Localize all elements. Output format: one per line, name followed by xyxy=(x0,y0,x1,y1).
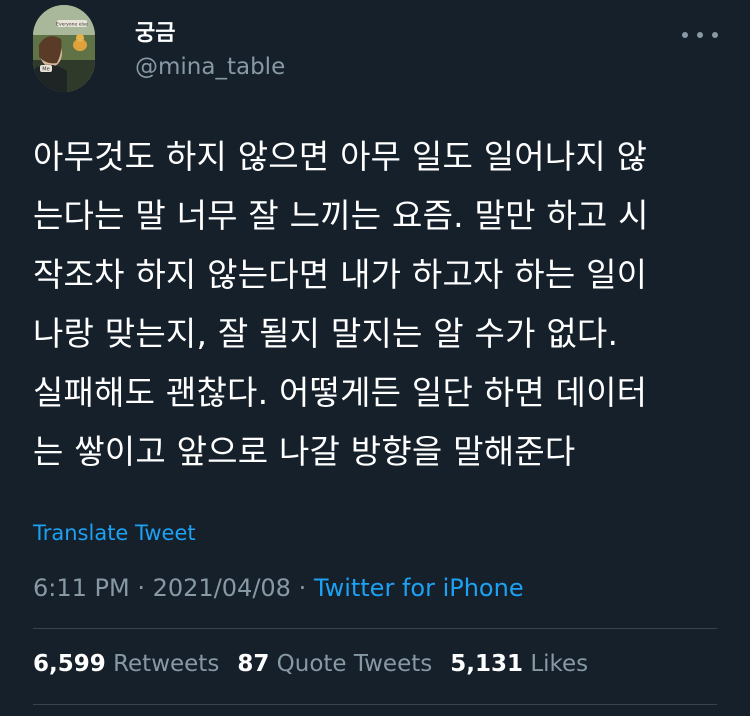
more-horizontal-icon xyxy=(697,32,703,38)
divider xyxy=(33,704,717,705)
quote-tweets-count: 87 xyxy=(237,651,270,677)
more-horizontal-icon xyxy=(712,32,718,38)
translate-tweet-link[interactable]: Translate Tweet xyxy=(33,518,196,548)
quote-tweets-label: Quote Tweets xyxy=(276,651,433,677)
tweet-time[interactable]: 6:11 PM xyxy=(33,574,130,602)
author-display-name[interactable]: 궁금 xyxy=(135,20,175,48)
tweet-date[interactable]: 2021/04/08 xyxy=(153,574,291,602)
avatar-image: Everyone else Me xyxy=(33,5,95,92)
tweet-source-link[interactable]: Twitter for iPhone xyxy=(314,574,524,602)
meta-separator: · xyxy=(298,574,307,602)
likes-label: Likes xyxy=(530,651,589,677)
retweets-stat[interactable]: 6,599 Retweets xyxy=(33,648,219,680)
avatar-caption: Me xyxy=(42,67,49,73)
more-options-button[interactable] xyxy=(680,25,720,45)
retweets-count: 6,599 xyxy=(33,651,106,677)
avatar[interactable]: Everyone else Me xyxy=(33,5,95,92)
tweet-meta: 6:11 PM · 2021/04/08 · Twitter for iPhon… xyxy=(33,572,524,604)
retweets-label: Retweets xyxy=(113,651,220,677)
author-handle[interactable]: @mina_table xyxy=(135,52,285,82)
svg-text:Everyone else: Everyone else xyxy=(56,22,88,28)
tweet-text: 아무것도 하지 않으면 아무 일도 일어나지 않 는다는 말 너무 잘 느끼는 … xyxy=(33,137,649,471)
divider xyxy=(33,628,717,629)
quote-tweets-stat[interactable]: 87 Quote Tweets xyxy=(237,648,432,680)
meta-separator: · xyxy=(137,574,145,602)
likes-count: 5,131 xyxy=(450,651,523,677)
engagement-stats: 6,599 Retweets 87 Quote Tweets 5,131 Lik… xyxy=(33,648,588,680)
likes-stat[interactable]: 5,131 Likes xyxy=(450,648,588,680)
more-horizontal-icon xyxy=(682,32,688,38)
